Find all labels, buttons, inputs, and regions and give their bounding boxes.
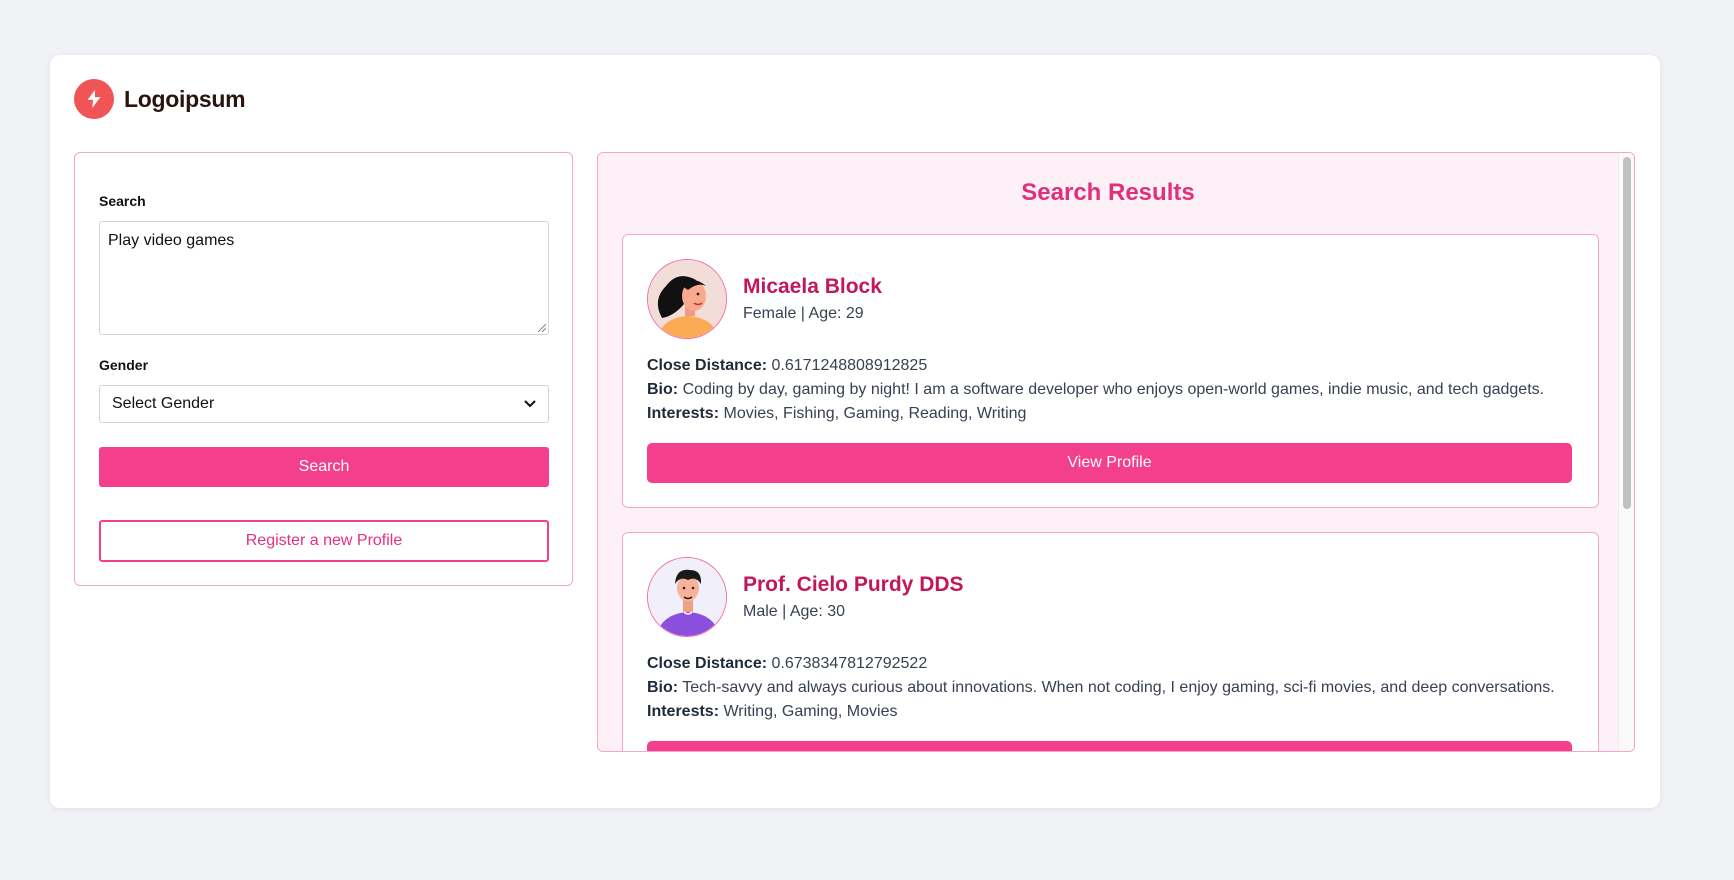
search-panel: Search Play video games Gender Select Ge…: [74, 152, 573, 586]
search-input[interactable]: Play video games: [99, 221, 549, 335]
profile-meta: Male | Age: 30: [743, 603, 845, 620]
bio: Bio: Tech-savvy and always curious about…: [647, 679, 1555, 697]
bio: Bio: Coding by day, gaming by night! I a…: [647, 381, 1544, 399]
register-profile-button[interactable]: Register a new Profile: [99, 520, 549, 562]
profile-name[interactable]: Prof. Cielo Purdy DDS: [743, 573, 964, 597]
results-panel: Search Results Micaela Block Female | Ag…: [597, 152, 1635, 752]
search-button[interactable]: Search: [99, 447, 549, 487]
interests-label: Interests:: [647, 703, 720, 720]
bio-label: Bio:: [647, 381, 679, 398]
bio-value: Tech-savvy and always curious about inno…: [682, 679, 1555, 696]
result-card: Prof. Cielo Purdy DDS Male | Age: 30 Clo…: [622, 532, 1599, 751]
avatar: [647, 259, 727, 339]
profile-name[interactable]: Micaela Block: [743, 275, 882, 299]
close-distance-label: Close Distance:: [647, 655, 768, 672]
search-input-value: Play video games: [108, 232, 235, 249]
interests-value: Writing, Gaming, Movies: [723, 703, 898, 720]
results-scrollbar[interactable]: [1618, 153, 1634, 751]
lightning-bolt-icon: [74, 79, 114, 119]
close-distance: Close Distance: 0.6738347812792522: [647, 655, 927, 673]
results-title: Search Results: [1021, 179, 1195, 206]
avatar: [647, 557, 727, 637]
close-distance-label: Close Distance:: [647, 357, 768, 374]
search-label: Search: [99, 193, 146, 209]
scrollbar-thumb[interactable]: [1623, 157, 1631, 509]
close-distance: Close Distance: 0.6171248808912825: [647, 357, 927, 375]
bio-value: Coding by day, gaming by night! I am a s…: [682, 381, 1545, 398]
gender-label: Gender: [99, 357, 149, 373]
gender-select-value: Select Gender: [112, 395, 215, 412]
brand-logo[interactable]: Logoipsum: [74, 79, 246, 119]
bio-label: Bio:: [647, 679, 679, 696]
main-card: Logoipsum Search Play video games Gender…: [50, 55, 1660, 808]
interests-label: Interests:: [647, 405, 720, 422]
view-profile-button[interactable]: View Profile: [647, 443, 1572, 483]
profile-meta: Female | Age: 29: [743, 305, 864, 322]
chevron-down-icon: [524, 400, 536, 408]
gender-select[interactable]: Select Gender: [99, 385, 549, 423]
result-card: Micaela Block Female | Age: 29 Close Dis…: [622, 234, 1599, 508]
brand-name: Logoipsum: [124, 85, 246, 112]
interests: Interests: Movies, Fishing, Gaming, Read…: [647, 405, 1026, 423]
interests: Interests: Writing, Gaming, Movies: [647, 703, 897, 721]
close-distance-value: 0.6738347812792522: [771, 655, 928, 672]
view-profile-button[interactable]: View Profile: [647, 741, 1572, 751]
close-distance-value: 0.6171248808912825: [771, 357, 928, 374]
interests-value: Movies, Fishing, Gaming, Reading, Writin…: [723, 405, 1027, 422]
resize-grip-icon[interactable]: [538, 324, 546, 332]
